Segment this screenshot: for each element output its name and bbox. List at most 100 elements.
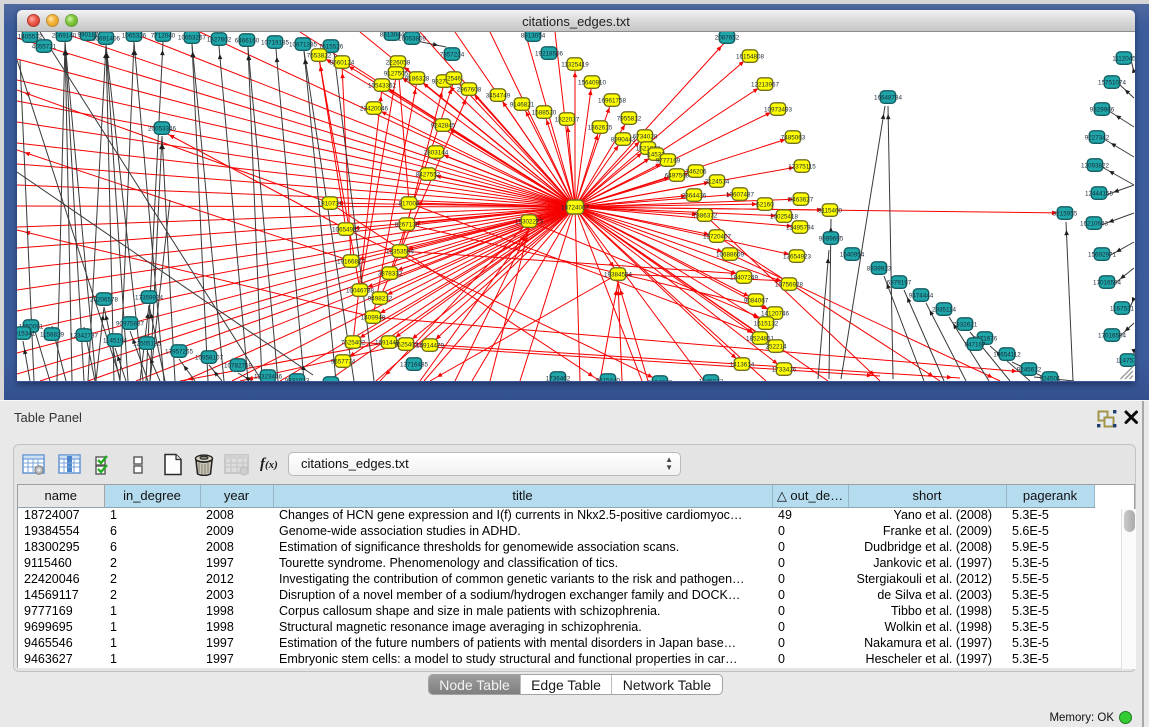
svg-text:62160: 62160 [756,201,774,208]
svg-text:3215955: 3215955 [1053,210,1078,217]
svg-text:8267130: 8267130 [395,221,420,228]
svg-text:15751074: 15751074 [1098,79,1127,86]
svg-text:1413614: 1413614 [730,361,755,368]
svg-text:2069140: 2069140 [52,32,77,39]
svg-text:1112045: 1112045 [1112,55,1135,62]
svg-text:1945012: 1945012 [699,378,724,381]
svg-text:9242845: 9242845 [431,122,456,129]
svg-text:847167: 847167 [964,341,986,348]
svg-text:2087652: 2087652 [715,34,740,41]
svg-text:15302273: 15302273 [515,218,544,225]
svg-text:1073648: 1073648 [319,380,344,381]
svg-text:9657774: 9657774 [331,358,356,365]
svg-text:3915341: 3915341 [17,330,36,337]
svg-text:7955812: 7955812 [617,115,642,122]
svg-text:252214: 252214 [765,343,787,350]
svg-text:12342737: 12342737 [70,332,99,339]
svg-text:9699695: 9699695 [819,235,844,242]
svg-text:1736462: 1736462 [546,375,571,381]
svg-text:9329966: 9329966 [1090,106,1115,113]
svg-text:10607487: 10607487 [726,191,755,198]
svg-text:9498212: 9498212 [368,295,393,302]
svg-text:1147534: 1147534 [1116,357,1135,364]
svg-text:1145194: 1145194 [103,337,128,344]
svg-text:10782759: 10782759 [224,362,253,369]
svg-text:9777169: 9777169 [656,157,681,164]
svg-text:20206578: 20206578 [90,296,119,303]
svg-text:8939923: 8939923 [867,265,892,272]
svg-text:11325419: 11325419 [561,61,589,68]
svg-text:16648784: 16648784 [874,94,903,101]
svg-text:17957255: 17957255 [165,348,194,355]
svg-text:90975887: 90975887 [116,320,145,327]
svg-text:9115440: 9115440 [596,377,621,381]
svg-text:7857224: 7857224 [440,51,465,58]
svg-text:16961758: 16961758 [598,97,627,104]
svg-text:15720407: 15720407 [703,233,732,240]
svg-text:10973493: 10973493 [764,106,793,113]
svg-text:2226058: 2226058 [386,59,411,66]
svg-text:16210643: 16210643 [1080,220,1109,227]
svg-text:2546: 2546 [447,75,462,82]
svg-text:6466160: 6466160 [235,37,260,44]
svg-text:12375115: 12375115 [788,163,816,170]
svg-text:1156829: 1156829 [40,331,65,338]
svg-text:12353594: 12353594 [386,248,415,255]
svg-text:20691406: 20691406 [92,35,121,42]
svg-text:16154808: 16154808 [736,53,765,60]
svg-text:9084067: 9084067 [744,297,769,304]
svg-text:10543362: 10543362 [368,82,397,89]
svg-text:17016504: 17016504 [1098,332,1127,339]
svg-text:18407249: 18407249 [730,274,759,281]
svg-text:4055721: 4055721 [32,43,57,50]
svg-text:1167531: 1167531 [1110,305,1135,312]
svg-text:10958107: 10958107 [195,354,224,361]
svg-text:746206: 746206 [685,168,707,175]
svg-text:7653822: 7653822 [307,52,332,59]
svg-text:10688609: 10688609 [716,251,745,258]
svg-text:1322037: 1322037 [555,116,580,123]
svg-text:15692971: 15692971 [1088,251,1117,258]
svg-text:16053809: 16053809 [398,35,427,42]
svg-text:19218506: 19218506 [535,50,564,57]
svg-text:7485063: 7485063 [781,134,806,141]
svg-text:2967608: 2967608 [457,86,482,93]
svg-text:16914479: 16914479 [416,342,445,349]
svg-text:1065326: 1065326 [122,32,147,39]
svg-text:12213967: 12213967 [751,81,780,88]
svg-text:1362615: 1362615 [588,124,613,131]
svg-text:9227342: 9227342 [1085,134,1110,141]
svg-text:2364436: 2364436 [682,192,707,199]
svg-text:1588520: 1588520 [532,109,557,116]
svg-text:10719185: 10719185 [261,39,290,46]
svg-text:7712040: 7712040 [151,32,176,39]
svg-text:9115460: 9115460 [818,207,843,214]
svg-text:924501: 924501 [1039,375,1061,381]
svg-text:12093822: 12093822 [1081,162,1110,169]
svg-text:7632621: 7632621 [953,321,978,328]
svg-text:9146821: 9146821 [510,101,535,108]
svg-text:10653267: 10653267 [178,34,207,41]
svg-text:17016504: 17016504 [1093,279,1122,286]
svg-text:10025418: 10025418 [770,213,799,220]
svg-text:13495794: 13495794 [786,224,815,231]
svg-text:1640954: 1640954 [840,251,865,258]
svg-text:12323446: 12323446 [254,373,283,380]
svg-text:6879197: 6879197 [887,279,912,286]
svg-text:19756928: 19756928 [775,281,804,288]
svg-text:8427552: 8427552 [416,171,441,178]
svg-text:1327602: 1327602 [207,36,232,43]
svg-text:12505135: 12505135 [133,340,162,347]
svg-text:8186328: 8186328 [405,75,430,82]
svg-text:7386372: 7386372 [693,212,718,219]
svg-text:19166827: 19166827 [337,258,366,265]
svg-text:9245612: 9245612 [1017,366,1042,373]
svg-text:7625402: 7625402 [341,339,366,346]
svg-text:1733426: 1733426 [772,366,797,373]
svg-text:817004: 817004 [398,200,420,207]
svg-text:8660124: 8660124 [330,59,355,66]
svg-text:9463627: 9463627 [789,196,814,203]
svg-text:18724007: 18724007 [561,204,590,211]
svg-text:2803144: 2803144 [424,149,449,156]
svg-text:10654982: 10654982 [332,226,361,233]
